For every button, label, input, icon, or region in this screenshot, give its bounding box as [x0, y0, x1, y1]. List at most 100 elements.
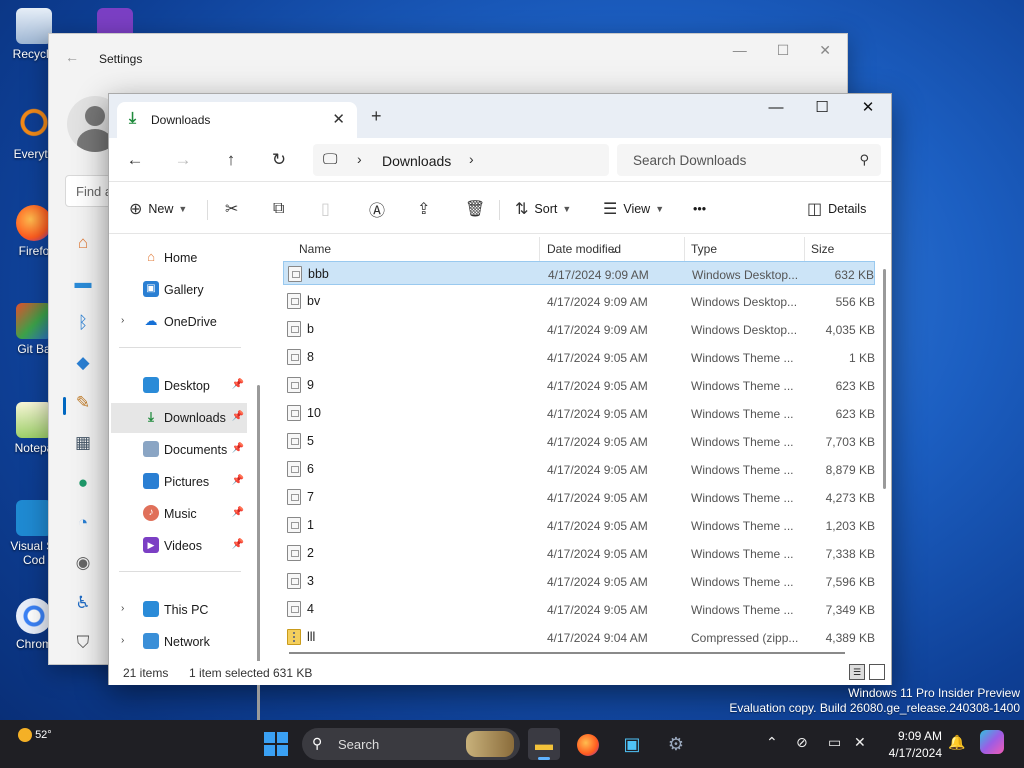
file-explorer-window[interactable]: ⤓ Downloads ✕ + — ☐ ✕ ← → ↑ ↻ 🖵 › Downlo… [108, 93, 892, 757]
refresh-icon[interactable]: ↻ [267, 148, 291, 172]
apps-icon[interactable]: ▦ [73, 432, 93, 454]
chevron-up-icon[interactable]: ⌃ [766, 734, 778, 751]
table-row[interactable]: 2 4/17/2024 9:05 AM Windows Theme ... 7,338… [283, 541, 875, 565]
system-icon[interactable]: ▬ [73, 272, 93, 294]
rename-button[interactable]: Ⓐ [369, 198, 391, 220]
file-explorer-taskbar-icon[interactable]: ▬ [528, 728, 560, 760]
minimize-icon[interactable]: — [733, 42, 747, 59]
gaming-icon[interactable]: ◉ [73, 552, 93, 574]
chevron-right-icon[interactable]: › [357, 151, 362, 167]
table-row[interactable]: 7 4/17/2024 9:05 AM Windows Theme ... 4,273… [283, 485, 875, 509]
close-tab-icon[interactable]: ✕ [332, 110, 345, 128]
new-button[interactable]: ⊕ New ▼ [129, 198, 187, 220]
network-off-icon[interactable]: ⊘ [796, 734, 808, 751]
chevron-right-icon[interactable]: › [121, 315, 124, 326]
home-icon[interactable]: ⌂ [73, 232, 93, 254]
cut-button[interactable]: ✂ [225, 198, 244, 220]
sidebar-item-home[interactable]: ⌂ Home [111, 243, 247, 273]
copy-button[interactable]: ⧉ [273, 198, 290, 220]
back-arrow-icon[interactable]: ← [123, 148, 147, 172]
new-tab-plus-icon[interactable]: + [371, 106, 382, 127]
back-arrow-icon[interactable]: ← [65, 49, 79, 65]
display-icon[interactable]: ▭ [828, 734, 841, 751]
time-language-icon[interactable]: ◔ [73, 512, 93, 534]
table-row[interactable]: 9 4/17/2024 9:05 AM Windows Theme ... 623 K… [283, 373, 875, 397]
sidebar-item-this-pc[interactable]: › This PC [111, 595, 247, 625]
pin-icon[interactable]: 📌 [232, 539, 244, 550]
table-row[interactable]: 8 4/17/2024 9:05 AM Windows Theme ... 1 KB [283, 345, 875, 369]
network-wifi-icon[interactable]: ◆ [73, 352, 93, 374]
table-row[interactable]: 3 4/17/2024 9:05 AM Windows Theme ... 7,596… [283, 569, 875, 593]
search-input[interactable]: Search Downloads ⚲ [617, 144, 881, 176]
accounts-icon[interactable]: ● [73, 472, 93, 494]
start-button[interactable] [264, 732, 288, 756]
sort-button[interactable]: ⇅ Sort ▼ [515, 198, 571, 220]
breadcrumb[interactable]: 🖵 › Downloads › [313, 144, 609, 176]
column-header-date[interactable]: Date modified [547, 242, 621, 256]
column-divider[interactable] [684, 237, 685, 261]
volume-muted-icon[interactable]: ✕ [854, 734, 866, 751]
tab-downloads[interactable]: ⤓ Downloads ✕ [117, 102, 357, 138]
sidebar-item-gallery[interactable]: ▣ Gallery [111, 275, 247, 305]
sidebar-item-documents[interactable]: Documents 📌 [111, 435, 247, 465]
table-row[interactable]: lll 4/17/2024 9:04 AM Compressed (zipp... 4… [283, 625, 875, 649]
chevron-right-icon[interactable]: › [469, 151, 474, 167]
forward-arrow-icon[interactable]: → [171, 148, 195, 172]
settings-gear-taskbar-icon[interactable]: ⚙ [660, 728, 692, 760]
notification-bell-icon[interactable]: 🔔 [948, 734, 965, 751]
maximize-icon[interactable]: ☐ [799, 94, 845, 124]
personalization-brush-icon[interactable]: ✎ [73, 392, 93, 414]
sidebar-item-pictures[interactable]: Pictures 📌 [111, 467, 247, 497]
details-view-icon[interactable]: ☰ [849, 664, 865, 680]
sidebar-item-network[interactable]: › Network [111, 627, 247, 657]
chevron-right-icon[interactable]: › [121, 603, 124, 614]
close-icon[interactable]: ✕ [845, 94, 891, 124]
tiles-view-icon[interactable] [869, 664, 885, 680]
taskbar-search[interactable]: ⚲ Search [302, 728, 520, 760]
table-row[interactable]: bbb 4/17/2024 9:09 AM Windows Desktop... 63… [283, 261, 875, 285]
pin-icon[interactable]: 📌 [232, 379, 244, 390]
table-row[interactable]: 10 4/17/2024 9:05 AM Windows Theme ... 623 … [283, 401, 875, 425]
pin-icon[interactable]: 📌 [232, 443, 244, 454]
privacy-shield-icon[interactable]: ⛉ [73, 632, 93, 654]
details-pane-button[interactable]: ◫ Details [807, 198, 866, 220]
table-row[interactable]: bv 4/17/2024 9:09 AM Windows Desktop... 556… [283, 289, 875, 313]
column-divider[interactable] [804, 237, 805, 261]
delete-button[interactable]: 🗑 [465, 198, 491, 220]
more-options-button[interactable]: ••• [693, 198, 706, 220]
system-clock[interactable]: 9:09 AM 4/17/2024 [884, 729, 942, 760]
breadcrumb-downloads[interactable]: Downloads [382, 153, 451, 169]
table-row[interactable]: b 4/17/2024 9:09 AM Windows Desktop... 4,03… [283, 317, 875, 341]
app-taskbar-icon[interactable]: ▣ [616, 728, 648, 760]
pin-icon[interactable]: 📌 [232, 507, 244, 518]
minimize-icon[interactable]: — [753, 94, 799, 124]
up-arrow-icon[interactable]: ↑ [219, 148, 243, 172]
pin-icon[interactable]: 📌 [232, 475, 244, 486]
horizontal-scrollbar[interactable] [289, 652, 845, 654]
file-list-scrollbar[interactable] [883, 269, 886, 489]
bluetooth-icon[interactable]: ᛒ [73, 312, 93, 334]
chevron-right-icon[interactable]: › [121, 635, 124, 646]
accessibility-icon[interactable]: ♿ [73, 592, 93, 614]
column-header-size[interactable]: Size [811, 242, 834, 256]
sidebar-item-videos[interactable]: ▶ Videos 📌 [111, 531, 247, 561]
sidebar-item-desktop[interactable]: Desktop 📌 [111, 371, 247, 401]
table-row[interactable]: 1 4/17/2024 9:05 AM Windows Theme ... 1,203… [283, 513, 875, 537]
column-divider[interactable] [539, 237, 540, 261]
sidebar-scrollbar[interactable] [257, 385, 260, 757]
pin-icon[interactable]: 📌 [232, 411, 244, 422]
share-button[interactable]: ⇪ [417, 198, 436, 220]
firefox-taskbar-icon[interactable] [572, 728, 604, 760]
monitor-icon[interactable]: 🖵 [323, 151, 337, 168]
sidebar-item-onedrive[interactable]: › ☁ OneDrive [111, 307, 247, 337]
maximize-icon[interactable]: ☐ [777, 42, 790, 59]
paste-button[interactable]: ▯ [321, 198, 336, 220]
copilot-icon[interactable] [980, 730, 1004, 754]
sidebar-item-downloads[interactable]: ⤓ Downloads 📌 [111, 403, 247, 433]
table-row[interactable]: 6 4/17/2024 9:05 AM Windows Theme ... 8,879… [283, 457, 875, 481]
close-icon[interactable]: ✕ [819, 42, 831, 59]
view-button[interactable]: ☰ View ▼ [603, 198, 664, 220]
table-row[interactable]: 4 4/17/2024 9:05 AM Windows Theme ... 7,349… [283, 597, 875, 621]
sidebar-item-music[interactable]: ♪ Music 📌 [111, 499, 247, 529]
table-row[interactable]: 5 4/17/2024 9:05 AM Windows Theme ... 7,703… [283, 429, 875, 453]
